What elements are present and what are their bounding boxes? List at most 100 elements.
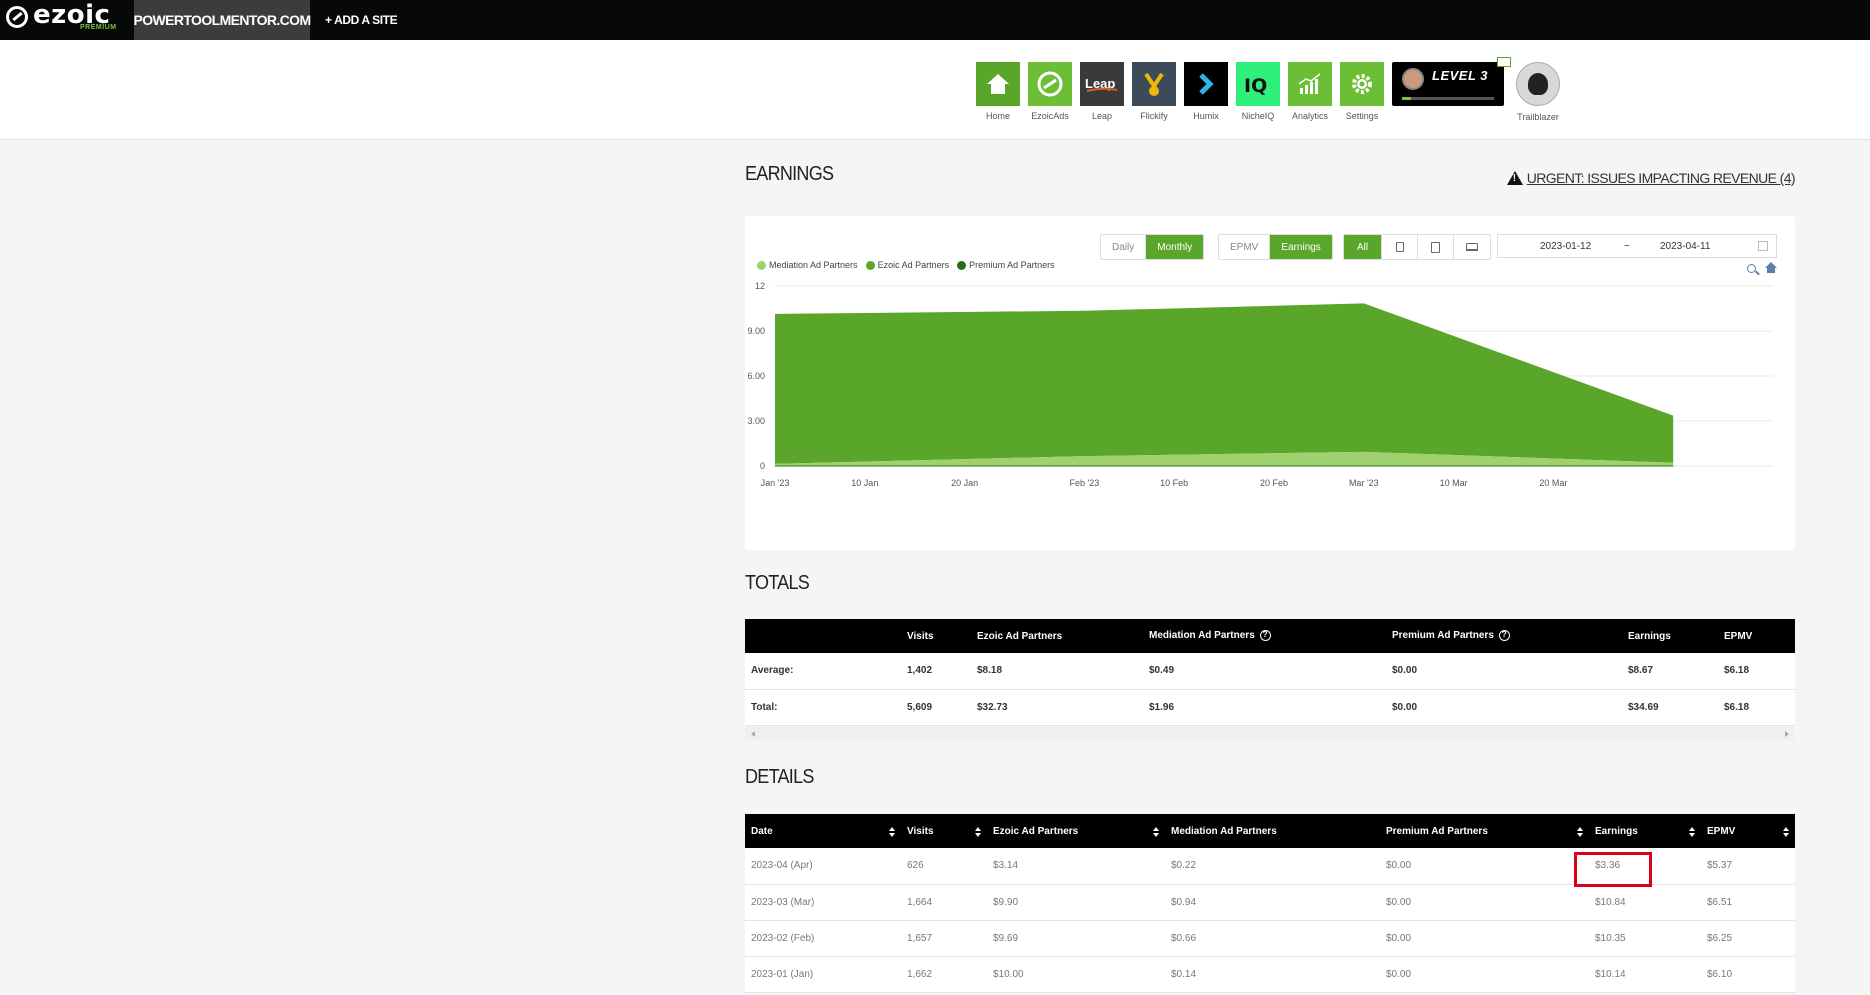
ezoic-logo[interactable]: ezoic PREMIUM xyxy=(6,0,126,38)
scroll-left-arrow-icon[interactable] xyxy=(751,731,755,737)
x-tick-label: 20 Mar xyxy=(1539,478,1567,488)
table-cell: 2023-03 (Mar) xyxy=(745,884,901,921)
legend-label: Ezoic Ad Partners xyxy=(877,260,950,270)
help-icon[interactable]: ? xyxy=(1259,630,1271,642)
daily-button[interactable]: Daily xyxy=(1101,235,1147,259)
level-badge[interactable]: LEVEL 3 xyxy=(1392,62,1504,106)
mobile-button[interactable] xyxy=(1382,235,1418,259)
header-text: Earnings xyxy=(1595,825,1638,837)
urgent-issues-text: URGENT: ISSUES IMPACTING REVENUE (4) xyxy=(1526,170,1796,186)
app-settings[interactable]: Settings xyxy=(1340,62,1384,121)
earnings-highlight-box xyxy=(1574,852,1652,887)
mobile-icon xyxy=(1395,242,1404,252)
table-cell: $10.14 xyxy=(1589,956,1701,993)
table-cell: $10.00 xyxy=(987,956,1165,993)
x-tick-label: Mar '23 xyxy=(1349,478,1379,488)
sort-icon xyxy=(1689,826,1695,837)
sort-ezoic-header[interactable]: Ezoic Ad Partners xyxy=(987,814,1165,848)
all-devices-button[interactable]: All xyxy=(1344,235,1382,259)
series-area-ezoic xyxy=(775,303,1674,464)
brand-premium-tag: PREMIUM xyxy=(80,24,117,31)
warning-icon xyxy=(1506,171,1523,185)
app-label: Settings xyxy=(1345,111,1379,121)
table-cell: Average: xyxy=(745,653,901,690)
reset-zoom-home-icon[interactable] xyxy=(1765,262,1777,273)
sort-earnings-header[interactable]: Earnings xyxy=(1589,814,1701,848)
scroll-right-arrow-icon[interactable] xyxy=(1785,731,1789,737)
app-analytics[interactable]: Analytics xyxy=(1288,62,1332,121)
desktop-button[interactable] xyxy=(1454,235,1490,259)
x-tick-label: 20 Jan xyxy=(951,478,978,488)
sort-icon xyxy=(1577,826,1583,837)
app-home[interactable]: Home xyxy=(976,62,1020,121)
sort-icon xyxy=(1153,826,1159,837)
totals-table: Visits Ezoic Ad Partners Mediation Ad Pa… xyxy=(745,619,1795,726)
table-row: 2023-03 (Mar) 1,664 $9.90 $0.94 $0.00 $1… xyxy=(745,884,1795,921)
y-tick-label: 0 xyxy=(760,461,765,471)
zoom-icon[interactable] xyxy=(1747,264,1756,273)
header-text: Ezoic Ad Partners xyxy=(993,825,1079,837)
header-text: Premium Ad Partners xyxy=(1386,825,1488,837)
sort-premium-header[interactable]: Premium Ad Partners xyxy=(1380,814,1589,848)
epmv-button[interactable]: EPMV xyxy=(1219,235,1271,259)
sort-icon xyxy=(975,826,981,837)
home-icon xyxy=(976,62,1020,106)
app-nicheiq[interactable]: IQ NicheIQ xyxy=(1236,62,1280,121)
x-tick-label: Jan '23 xyxy=(761,478,790,488)
legend-label: Mediation Ad Partners xyxy=(769,260,858,270)
monthly-button[interactable]: Monthly xyxy=(1146,235,1204,259)
app-flickify[interactable]: Flickify xyxy=(1132,62,1176,121)
table-cell: $6.18 xyxy=(1718,653,1795,690)
totals-horizontal-scrollbar[interactable] xyxy=(745,727,1795,741)
table-cell: $10.35 xyxy=(1589,920,1701,957)
metric-toggle: EPMV Earnings xyxy=(1218,234,1333,260)
add-site-link[interactable]: + ADD A SITE xyxy=(325,0,398,40)
app-leap[interactable]: Leap Leap xyxy=(1080,62,1124,121)
granularity-toggle: Daily Monthly xyxy=(1100,234,1205,260)
table-cell: $6.25 xyxy=(1701,920,1795,957)
y-tick-label: 6.00 xyxy=(747,371,765,381)
earnings-title: EARNINGS xyxy=(745,163,834,185)
ezoic-logo-icon xyxy=(6,6,28,28)
chart-legend: Mediation Ad Partners Ezoic Ad Partners … xyxy=(757,260,1055,270)
table-cell: $0.00 xyxy=(1380,848,1589,885)
table-cell: $32.73 xyxy=(971,689,1143,726)
totals-header-premium: Premium Ad Partners ? xyxy=(1386,619,1622,653)
date-range-picker[interactable]: 2023-01-12 ~ 2023-04-11 xyxy=(1497,234,1777,258)
tablet-button[interactable] xyxy=(1418,235,1454,259)
mail-icon[interactable] xyxy=(1497,57,1511,67)
table-cell: $3.14 xyxy=(987,848,1165,885)
table-cell: $0.00 xyxy=(1380,920,1589,957)
table-cell: $6.51 xyxy=(1701,884,1795,921)
totals-row-average: Average: 1,402 $8.18 $0.49 $0.00 $8.67 $… xyxy=(745,653,1795,690)
legend-item[interactable]: Ezoic Ad Partners xyxy=(865,260,950,270)
analytics-icon xyxy=(1288,62,1332,106)
sort-epmv-header[interactable]: EPMV xyxy=(1701,814,1795,848)
user-avatar xyxy=(1402,68,1424,90)
table-cell: 2023-01 (Jan) xyxy=(745,956,901,993)
earnings-button[interactable]: Earnings xyxy=(1270,235,1332,259)
app-humix[interactable]: Humix xyxy=(1184,62,1228,121)
totals-header-mediation: Mediation Ad Partners ? xyxy=(1143,619,1386,653)
table-row: 2023-02 (Feb) 1,657 $9.69 $0.66 $0.00 $1… xyxy=(745,920,1795,957)
help-icon[interactable]: ? xyxy=(1498,630,1510,642)
legend-item[interactable]: Premium Ad Partners xyxy=(957,260,1055,270)
table-cell: 1,402 xyxy=(901,653,971,690)
trailblazer-avatar[interactable] xyxy=(1516,62,1560,106)
sort-icon xyxy=(889,826,895,837)
table-cell: 2023-04 (Apr) xyxy=(745,848,901,885)
legend-item[interactable]: Mediation Ad Partners xyxy=(757,260,858,270)
table-cell: $8.67 xyxy=(1622,653,1718,690)
totals-header-epmv: EPMV xyxy=(1718,619,1795,653)
site-tab[interactable]: POWERTOOLMENTOR.COM xyxy=(133,0,311,40)
app-ezoicads[interactable]: EzoicAds xyxy=(1028,62,1072,121)
sort-visits-header[interactable]: Visits xyxy=(901,814,987,848)
y-tick-label: 3.00 xyxy=(747,416,765,426)
sort-mediation-header[interactable]: Mediation Ad Partners xyxy=(1165,814,1380,848)
sort-date-header[interactable]: Date xyxy=(745,814,901,848)
header-text: Mediation Ad Partners xyxy=(1149,630,1255,642)
urgent-issues-link[interactable]: URGENT: ISSUES IMPACTING REVENUE (4) xyxy=(1506,170,1796,186)
top-navbar: ezoic PREMIUM POWERTOOLMENTOR.COM + ADD … xyxy=(0,0,1870,40)
earnings-area-chart: 0 3.00 6.00 9.00 12 Jan '23 10 Jan 20 Jan Feb '2… xyxy=(747,281,1773,488)
legend-dot xyxy=(957,260,967,270)
